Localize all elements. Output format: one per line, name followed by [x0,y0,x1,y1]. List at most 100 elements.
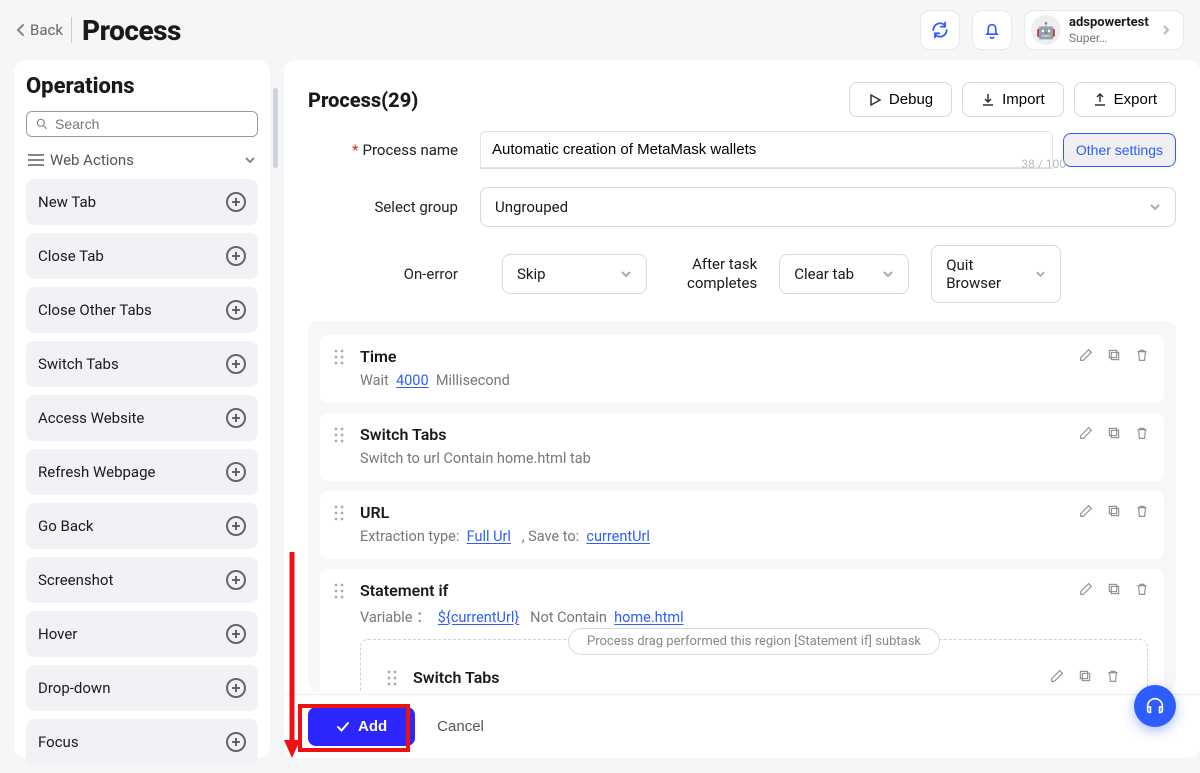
copy-icon[interactable] [1106,347,1122,367]
op-item-label: Hover [38,625,77,643]
chevron-left-icon [16,23,26,37]
op-item-screenshot[interactable]: Screenshot [26,557,258,603]
after-task-dropdown-1[interactable]: Clear tab [779,254,909,294]
chevron-down-icon [620,269,632,279]
step-link[interactable]: 4000 [396,372,429,389]
op-item-go-back[interactable]: Go Back [26,503,258,549]
help-fab[interactable] [1134,685,1176,727]
plus-icon [226,732,246,752]
copy-icon[interactable] [1106,503,1122,523]
play-icon [868,93,882,107]
step-title: URL [360,503,1148,522]
op-item-close-tab[interactable]: Close Tab [26,233,258,279]
edit-icon[interactable] [1078,581,1094,601]
step-card[interactable]: Switch Tabs Switch to url Contain acc_id… [373,656,1135,691]
headset-icon [1144,695,1166,717]
drag-handle-icon[interactable] [334,505,344,525]
step-title: Switch Tabs [360,425,1148,444]
plus-icon [226,354,246,374]
delete-icon[interactable] [1134,347,1150,367]
sidebar-group-web-actions[interactable]: Web Actions [26,147,258,179]
delete-icon[interactable] [1105,668,1121,688]
op-item-switch-tabs[interactable]: Switch Tabs [26,341,258,387]
user-menu[interactable]: 🤖 adspowertest Super… [1024,10,1184,50]
delete-icon[interactable] [1134,581,1150,601]
step-card[interactable]: Switch Tabs Switch to url Contain home.h… [320,413,1164,481]
copy-icon[interactable] [1077,668,1093,688]
chevron-down-icon [1035,269,1046,279]
refresh-icon [930,20,950,40]
cancel-button[interactable]: Cancel [437,718,484,735]
nested-pill: Process drag performed this region [Stat… [568,628,940,655]
step-link[interactable]: ${currentUrl} [438,609,520,626]
op-item-label: Close Other Tabs [38,301,152,319]
plus-icon [226,300,246,320]
content-heading: Process(29) [308,88,418,112]
back-label: Back [30,21,63,39]
back-button[interactable]: Back [16,21,63,39]
import-button[interactable]: Import [962,82,1064,117]
drag-handle-icon[interactable] [334,349,344,369]
op-item-refresh-webpage[interactable]: Refresh Webpage [26,449,258,495]
process-name-label: *Process name [328,141,458,159]
plus-icon [226,408,246,428]
step-link[interactable]: home.html [614,609,683,626]
delete-icon[interactable] [1134,425,1150,445]
bell-icon [982,20,1002,40]
export-button[interactable]: Export [1074,82,1176,117]
op-item-label: Access Website [38,409,144,427]
user-name: adspowertest [1069,15,1149,31]
copy-icon[interactable] [1106,581,1122,601]
export-icon [1093,93,1107,107]
edit-icon[interactable] [1078,425,1094,445]
search-icon [35,117,49,131]
on-error-dropdown[interactable]: Skip [502,254,647,294]
add-button[interactable]: Add [308,707,415,746]
edit-icon[interactable] [1049,668,1065,688]
drag-handle-icon[interactable] [387,670,397,690]
plus-icon [226,570,246,590]
search-input-wrap[interactable] [26,111,258,137]
plus-icon [226,678,246,698]
export-label: Export [1114,91,1157,108]
step-link[interactable]: Full Url [467,528,511,545]
plus-icon [226,462,246,482]
op-item-access-website[interactable]: Access Website [26,395,258,441]
debug-button[interactable]: Debug [849,82,952,117]
drag-handle-icon[interactable] [334,583,344,603]
op-item-close-other-tabs[interactable]: Close Other Tabs [26,287,258,333]
op-item-drop-down[interactable]: Drop-down [26,665,258,711]
delete-icon[interactable] [1134,503,1150,523]
nested-region: Process drag performed this region [Stat… [360,639,1148,691]
page-title: Process [82,14,181,47]
chevron-down-icon [882,269,894,279]
import-label: Import [1002,91,1045,108]
edit-icon[interactable] [1078,503,1094,523]
add-label: Add [358,718,387,735]
copy-icon[interactable] [1106,425,1122,445]
debug-label: Debug [889,91,933,108]
step-desc: Switch to url Contain home.html tab [360,450,1148,467]
search-input[interactable] [55,116,249,132]
after-task-value-2: Quit Browser [946,256,1025,292]
edit-icon[interactable] [1078,347,1094,367]
op-item-hover[interactable]: Hover [26,611,258,657]
step-card[interactable]: Time Wait 4000 Millisecond [320,335,1164,403]
op-item-new-tab[interactable]: New Tab [26,179,258,225]
step-card[interactable]: URL Extraction type: Full Url , Save to:… [320,491,1164,559]
notifications-button[interactable] [972,10,1012,50]
user-role: Super… [1069,31,1149,45]
select-group-dropdown[interactable]: Ungrouped [480,187,1176,227]
step-title: Statement if [360,581,1148,600]
process-name-input[interactable] [480,131,1053,169]
sidebar-group-label: Web Actions [50,151,134,169]
other-settings-button[interactable]: Other settings [1063,133,1176,167]
drag-handle-icon[interactable] [334,427,344,447]
op-item-focus[interactable]: Focus [26,719,258,765]
step-link[interactable]: currentUrl [586,528,650,545]
after-task-dropdown-2[interactable]: Quit Browser [931,245,1061,303]
avatar: 🤖 [1031,15,1061,45]
refresh-button[interactable] [920,10,960,50]
step-card[interactable]: Statement if Variable ： ${currentUrl} No… [320,569,1164,691]
step-desc: Variable ： ${currentUrl} Not Contain hom… [360,606,1148,627]
